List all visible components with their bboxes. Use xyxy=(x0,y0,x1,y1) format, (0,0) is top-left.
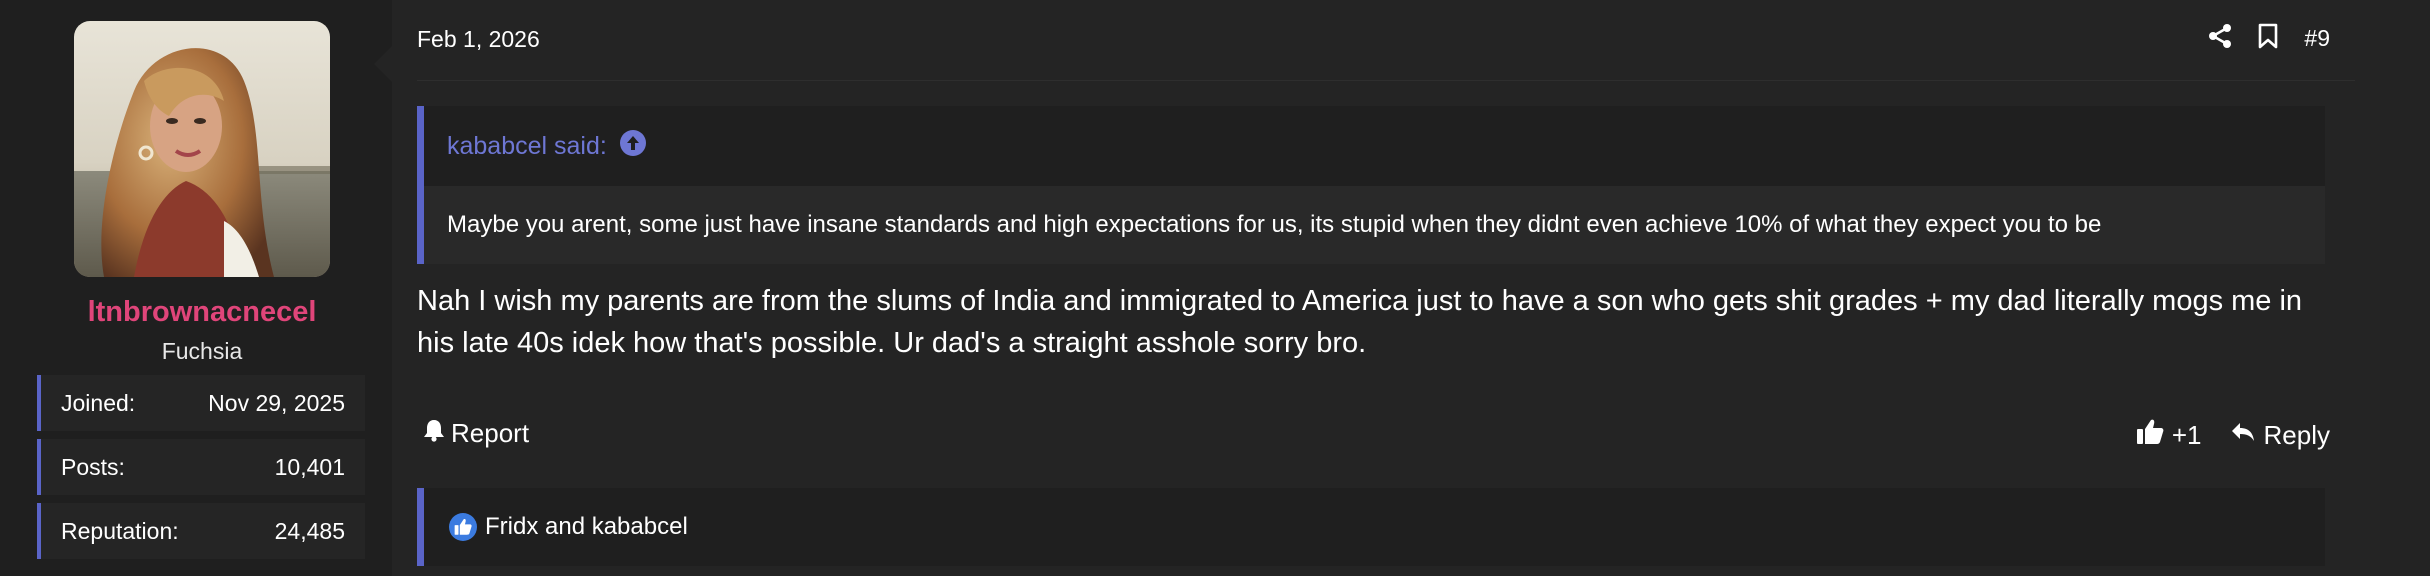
like-count: +1 xyxy=(2171,420,2202,450)
post-header-actions: #9 xyxy=(2208,20,2330,56)
post: ltnbrownacnecel Fuchsia Joined: Nov 29, … xyxy=(0,0,2380,576)
user-title: Fuchsia xyxy=(161,338,243,364)
like-reaction-icon xyxy=(449,513,477,541)
stat-value: Nov 29, 2025 xyxy=(208,389,345,416)
share-icon[interactable] xyxy=(2208,23,2232,54)
quote-author[interactable]: kababcel said: xyxy=(447,132,607,161)
reply-arrow-icon xyxy=(2230,420,2256,451)
sidebar-pointer xyxy=(374,46,392,82)
post-message: Nah I wish my parents are from the slums… xyxy=(417,285,2303,359)
bell-icon xyxy=(423,418,445,449)
quote-text: Maybe you arent, some just have insane s… xyxy=(424,186,2325,264)
thread-page: ltnbrownacnecel Fuchsia Joined: Nov 29, … xyxy=(0,0,2430,576)
thumbs-up-icon xyxy=(2136,418,2164,453)
reactions-bar[interactable]: Fridx and kababcel xyxy=(417,488,2325,566)
username[interactable]: ltnbrownacnecel xyxy=(0,296,404,329)
post-number[interactable]: #9 xyxy=(2304,25,2330,52)
post-main: Feb 1, 2026 #9 kababcel said: Maybe you … xyxy=(392,0,2380,576)
report-button[interactable]: Report xyxy=(423,418,529,449)
reply-label: Reply xyxy=(2263,420,2330,450)
stat-label: Posts: xyxy=(61,453,125,480)
stat-reputation: Reputation: 24,485 xyxy=(37,503,365,559)
stat-label: Joined: xyxy=(61,389,136,416)
right-gutter xyxy=(2380,0,2430,576)
avatar-image xyxy=(74,21,330,277)
bookmark-icon[interactable] xyxy=(2258,23,2278,54)
stat-value: 10,401 xyxy=(274,453,345,480)
post-footer-actions: +1 Reply xyxy=(2136,418,2330,453)
stat-joined: Joined: Nov 29, 2025 xyxy=(37,375,365,431)
reply-button[interactable]: Reply xyxy=(2230,420,2330,451)
stat-label: Reputation: xyxy=(61,517,179,544)
user-sidebar: ltnbrownacnecel Fuchsia Joined: Nov 29, … xyxy=(0,0,392,576)
stat-posts: Posts: 10,401 xyxy=(37,439,365,495)
quote-block: kababcel said: Maybe you arent, some jus… xyxy=(417,106,2325,264)
report-label: Report xyxy=(451,418,530,448)
reactions-text[interactable]: Fridx and kababcel xyxy=(485,513,688,541)
like-button[interactable]: +1 xyxy=(2136,418,2202,453)
avatar[interactable] xyxy=(74,21,330,277)
post-date[interactable]: Feb 1, 2026 xyxy=(417,26,540,53)
stat-value: 24,485 xyxy=(274,517,345,544)
arrow-up-circle-icon[interactable] xyxy=(619,129,647,164)
header-divider xyxy=(417,80,2355,81)
quote-header[interactable]: kababcel said: xyxy=(424,106,2325,186)
